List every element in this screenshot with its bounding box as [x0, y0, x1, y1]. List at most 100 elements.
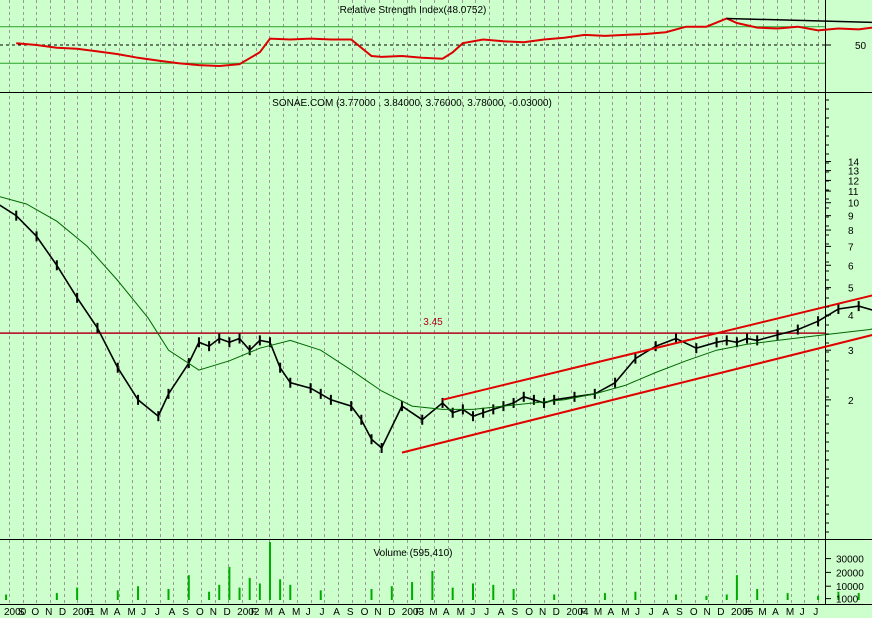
- month-label: N: [45, 607, 52, 618]
- volume-tick-label: 30000: [836, 555, 864, 566]
- volume-bar: [319, 590, 322, 600]
- price-tick-label: 3: [848, 346, 854, 357]
- price-tick-label: 11: [848, 187, 859, 198]
- volume-title: Volume (595,410): [374, 548, 453, 559]
- price-tick-label: 12: [848, 176, 860, 187]
- volume-bar: [238, 587, 241, 600]
- month-label: A: [608, 607, 615, 618]
- price-panel-bg: [0, 94, 825, 536]
- month-label: J: [470, 607, 475, 618]
- volume-tick-label: 1000: [836, 595, 859, 606]
- month-label: O: [196, 607, 204, 618]
- month-label: M: [100, 607, 108, 618]
- volume-bar: [512, 588, 515, 600]
- volume-bar: [471, 583, 474, 600]
- volume-bar: [674, 594, 677, 600]
- volume-bar: [370, 588, 373, 600]
- month-label: A: [772, 607, 779, 618]
- volume-bar: [137, 586, 140, 600]
- month-label: O: [361, 607, 369, 618]
- month-label: N: [210, 607, 217, 618]
- month-label: A: [278, 607, 285, 618]
- month-label: N: [374, 607, 381, 618]
- month-label: F: [580, 607, 586, 618]
- price-tick-label: 10: [848, 199, 860, 210]
- month-label: N: [539, 607, 546, 618]
- month-label: M: [786, 607, 794, 618]
- price-tick-label: 6: [848, 261, 854, 272]
- volume-bar: [258, 583, 261, 600]
- volume-bar: [725, 594, 728, 600]
- price-tick-label: 9: [848, 212, 854, 223]
- month-label: M: [594, 607, 602, 618]
- volume-bar: [390, 586, 393, 600]
- month-label: S: [18, 607, 25, 618]
- month-label: J: [306, 607, 311, 618]
- month-label: J: [649, 607, 654, 618]
- volume-bar: [5, 594, 8, 600]
- price-title: SONAE.COM (3.77000 , 3.84000, 3.76000, 3…: [272, 98, 552, 109]
- volume-bar: [228, 566, 231, 600]
- month-label: S: [182, 607, 189, 618]
- month-label: A: [169, 607, 176, 618]
- month-label: D: [388, 607, 395, 618]
- stock-chart: 141312111098765432503000020000100001000 …: [0, 0, 872, 618]
- month-label: F: [86, 607, 92, 618]
- volume-bar: [116, 590, 119, 600]
- volume-bar: [248, 577, 251, 600]
- month-label: J: [635, 607, 640, 618]
- volume-bar: [756, 588, 759, 600]
- month-label: A: [443, 607, 450, 618]
- month-label: M: [265, 607, 273, 618]
- month-label: D: [223, 607, 230, 618]
- month-label: S: [512, 607, 519, 618]
- volume-bar: [218, 584, 221, 600]
- month-label: M: [127, 607, 135, 618]
- volume-bar: [76, 587, 79, 600]
- volume-bar: [167, 588, 170, 600]
- month-label: J: [141, 607, 146, 618]
- volume-bar: [553, 594, 556, 600]
- month-label: O: [31, 607, 39, 618]
- volume-bar: [268, 542, 271, 600]
- month-label: A: [333, 607, 340, 618]
- month-label: S: [676, 607, 683, 618]
- month-label: J: [319, 607, 324, 618]
- volume-bar: [705, 595, 708, 600]
- volume-bar: [492, 584, 495, 600]
- price-tick-label: 8: [848, 226, 854, 237]
- volume-bar: [817, 595, 820, 600]
- month-label: F: [416, 607, 422, 618]
- volume-bar: [411, 582, 414, 600]
- volume-bar: [431, 571, 434, 600]
- month-label: D: [717, 607, 724, 618]
- month-label: D: [553, 607, 560, 618]
- volume-bar: [208, 591, 211, 600]
- volume-bar: [451, 587, 454, 600]
- rsi-title: Relative Strength Index(48.0752): [340, 5, 487, 16]
- volume-bar: [735, 575, 738, 600]
- month-label: A: [498, 607, 505, 618]
- volume-tick-label: 20000: [836, 568, 864, 579]
- volume-bar: [786, 593, 789, 600]
- volume-bar: [603, 593, 606, 600]
- price-tick-label: 5: [848, 284, 854, 295]
- month-label: J: [155, 607, 160, 618]
- volume-bar: [279, 579, 282, 600]
- volume-tick-label: 10000: [836, 582, 864, 593]
- volume-bar: [55, 593, 58, 600]
- volume-bar: [634, 591, 637, 600]
- volume-bar: [187, 575, 190, 600]
- rsi-tick-label: 50: [855, 41, 867, 52]
- month-label: J: [813, 607, 818, 618]
- month-label: M: [292, 607, 300, 618]
- month-label: O: [525, 607, 533, 618]
- month-label: O: [690, 607, 698, 618]
- month-label: J: [484, 607, 489, 618]
- month-label: J: [800, 607, 805, 618]
- month-label: M: [621, 607, 629, 618]
- month-label: F: [251, 607, 257, 618]
- support-line-label: 3.45: [423, 317, 443, 328]
- month-label: D: [59, 607, 66, 618]
- volume-bar: [289, 584, 292, 600]
